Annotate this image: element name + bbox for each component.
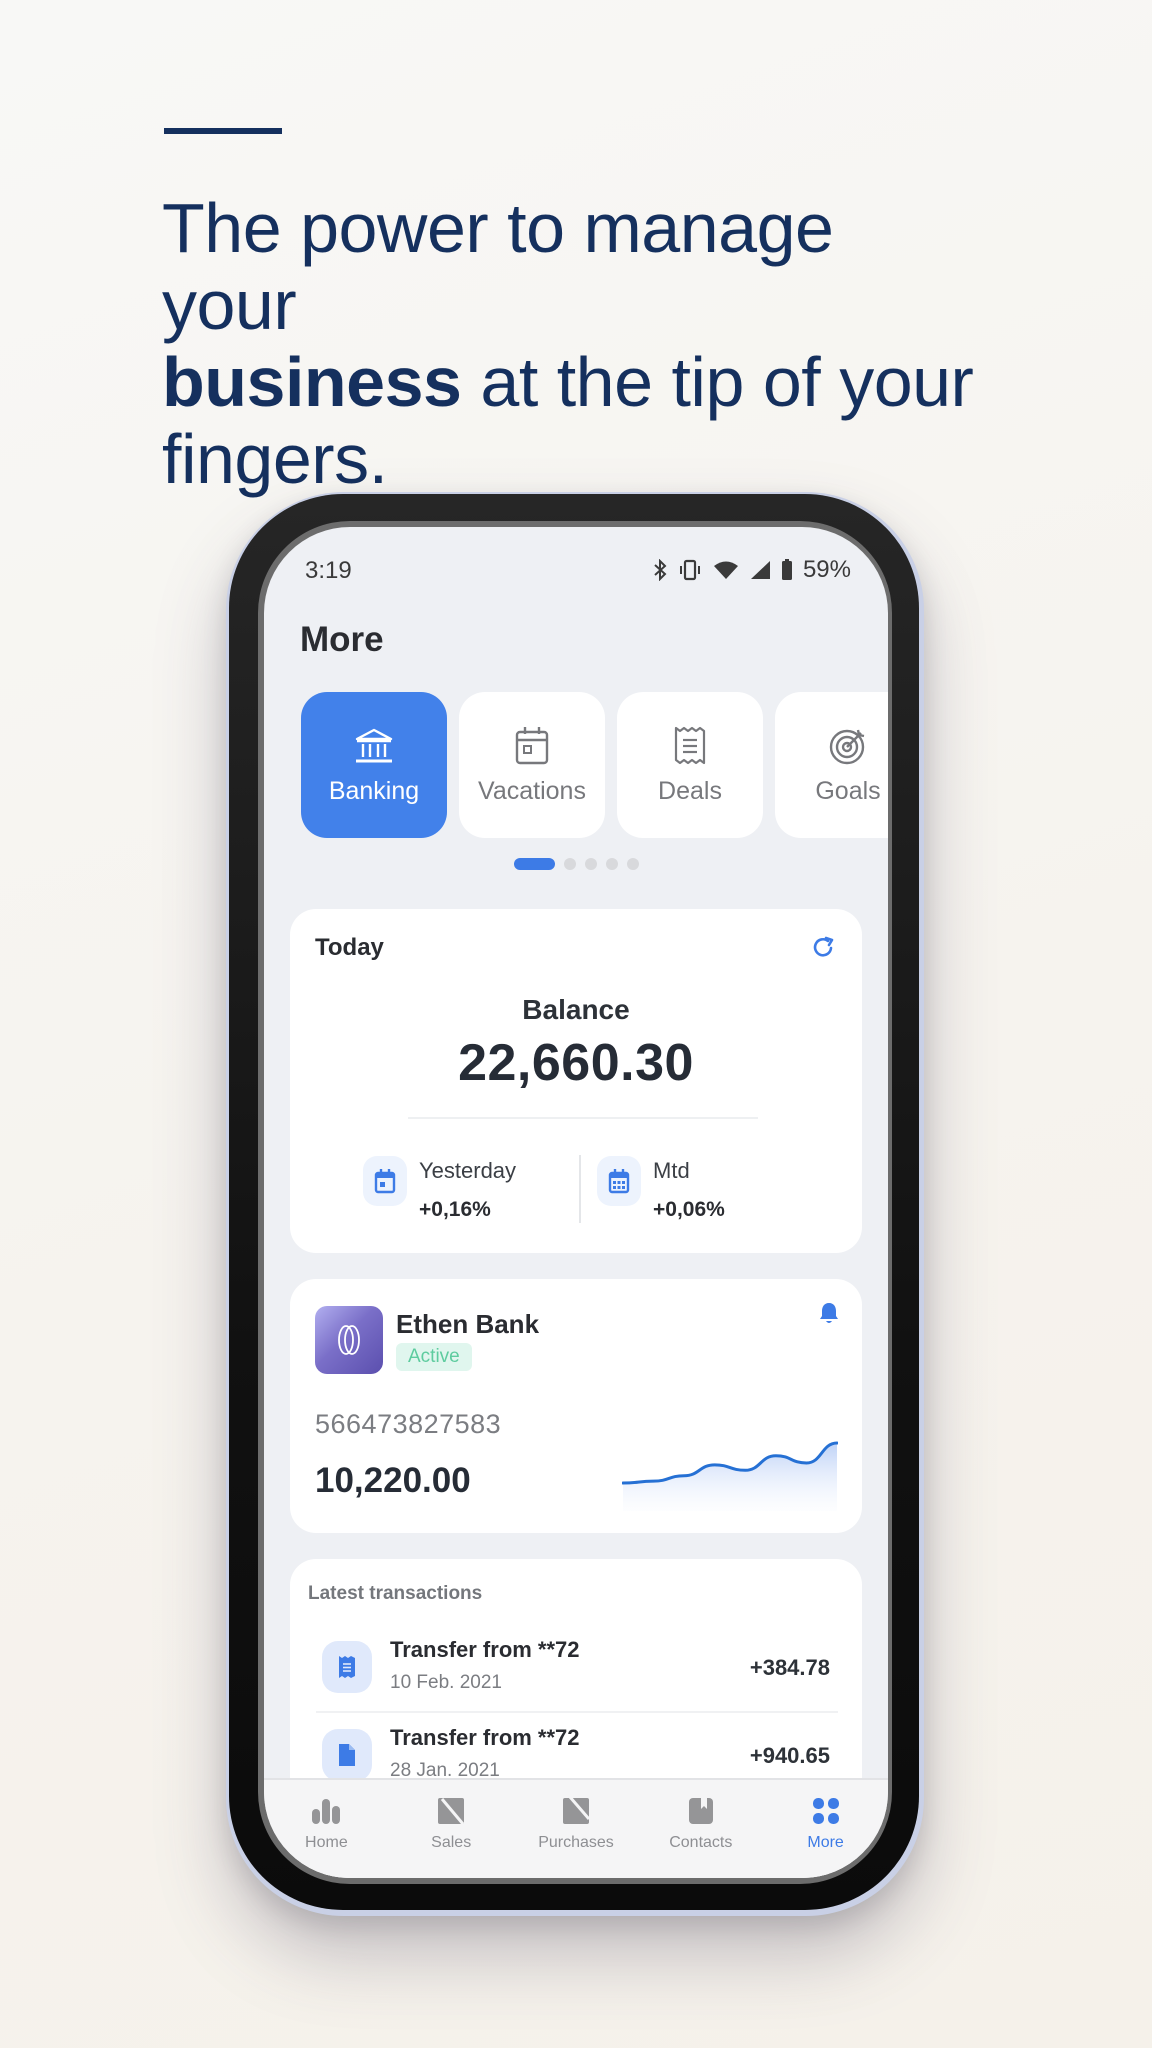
divider <box>408 1117 758 1119</box>
receipt-icon <box>322 1641 372 1693</box>
carousel-pager[interactable] <box>264 858 888 870</box>
calendar-icon <box>514 725 550 767</box>
hero-line-2: at the tip of your <box>461 343 974 421</box>
stat-label: Yesterday <box>419 1158 517 1183</box>
trend-sparkline <box>622 1441 838 1511</box>
sparkline-area <box>623 1443 837 1511</box>
category-tile-vacations[interactable]: Vacations <box>459 692 605 838</box>
target-icon <box>828 725 868 767</box>
nav-item-contacts[interactable]: Contacts <box>638 1780 763 1878</box>
category-carousel[interactable]: Banking Vacations Deals Goals <box>301 692 888 840</box>
divider <box>579 1155 581 1223</box>
transaction-name: Transfer from **72 <box>390 1637 580 1662</box>
pager-dot-active[interactable] <box>513 858 555 870</box>
hero-line-1: The power to manage your <box>162 189 834 344</box>
bell-icon[interactable] <box>818 1301 840 1330</box>
signal-icon <box>749 560 771 580</box>
purchases-icon <box>562 1796 590 1826</box>
transaction-amount: +940.65 <box>749 1743 830 1768</box>
category-tile-deals[interactable]: Deals <box>617 692 763 838</box>
stat-label: Mtd <box>653 1158 690 1183</box>
hero-bold-word: business <box>162 343 462 421</box>
category-label: Banking <box>328 777 420 805</box>
receipt-icon <box>673 725 707 767</box>
status-time: 3:19 <box>305 557 352 584</box>
transaction-row[interactable]: Transfer from **72 10 Feb. 2021 +384.78 <box>316 1627 838 1713</box>
balance-label: Balance <box>522 994 630 1025</box>
nav-label: Purchases <box>538 1834 614 1851</box>
nav-label: Contacts <box>669 1834 733 1851</box>
category-label: Goals <box>815 777 881 805</box>
pager-dot[interactable] <box>626 858 639 870</box>
page-title: More <box>300 620 384 659</box>
stat-value: +0,06% <box>653 1198 725 1221</box>
calendar-day-icon <box>363 1156 407 1206</box>
hero-line-3: fingers. <box>162 420 388 498</box>
contacts-book-icon <box>688 1796 714 1826</box>
wifi-icon <box>713 560 739 580</box>
status-bar: 3:19 59% <box>264 527 888 617</box>
bank-logo <box>315 1306 383 1374</box>
bank-name: Ethen Bank <box>396 1309 540 1339</box>
bluetooth-icon <box>653 559 667 581</box>
nav-item-home[interactable]: Home <box>264 1780 389 1878</box>
account-amount: 10,220.00 <box>315 1461 471 1500</box>
sales-icon <box>437 1796 465 1826</box>
stat-month-to-date: Mtd +0,06% <box>597 1156 725 1222</box>
category-tile-goals[interactable]: Goals <box>775 692 888 838</box>
grid-icon <box>812 1796 840 1826</box>
status-badge: Active <box>396 1343 472 1371</box>
section-title: Latest transactions <box>308 1583 483 1604</box>
pager-dot[interactable] <box>563 858 576 870</box>
bar-chart-icon <box>311 1796 341 1826</box>
refresh-icon[interactable] <box>812 935 836 964</box>
transaction-amount: +384.78 <box>749 1655 830 1680</box>
card-title: Today <box>315 934 384 961</box>
category-tile-banking[interactable]: Banking <box>301 692 447 838</box>
document-icon <box>322 1729 372 1781</box>
nav-item-purchases[interactable]: Purchases <box>514 1780 639 1878</box>
phone-screen: 3:19 59% More Banking Vacations Deals Go… <box>264 527 888 1878</box>
stat-yesterday: Yesterday +0,16% <box>363 1156 516 1222</box>
category-label: Vacations <box>478 777 586 805</box>
category-label: Deals <box>658 777 722 805</box>
nav-label: Home <box>305 1834 348 1851</box>
balance-value: 22,660.30 <box>458 1034 694 1092</box>
battery-percent: 59% <box>802 556 851 583</box>
today-balance-card: Today Balance 22,660.30 Yesterday +0,16%… <box>290 909 862 1253</box>
nav-item-sales[interactable]: Sales <box>389 1780 514 1878</box>
pager-dot[interactable] <box>584 858 597 870</box>
transaction-name: Transfer from **72 <box>390 1725 580 1750</box>
account-number: 566473827583 <box>315 1409 502 1439</box>
vibrate-icon <box>677 559 703 581</box>
stat-value: +0,16% <box>419 1198 491 1221</box>
nav-label: More <box>807 1834 844 1851</box>
hero-headline: The power to manage your business at the… <box>162 190 982 498</box>
bottom-navigation: Home Sales Purchases Contacts More <box>264 1778 888 1878</box>
transaction-date: 10 Feb. 2021 <box>390 1672 502 1693</box>
calendar-month-icon <box>597 1156 641 1206</box>
nav-item-more[interactable]: More <box>763 1780 888 1878</box>
bank-account-card[interactable]: Ethen Bank Active 566473827583 10,220.00 <box>290 1279 862 1533</box>
accent-line <box>164 128 282 134</box>
nav-label: Sales <box>431 1834 472 1851</box>
battery-icon <box>781 559 793 581</box>
pager-dot[interactable] <box>605 858 618 870</box>
bank-icon <box>353 725 395 767</box>
